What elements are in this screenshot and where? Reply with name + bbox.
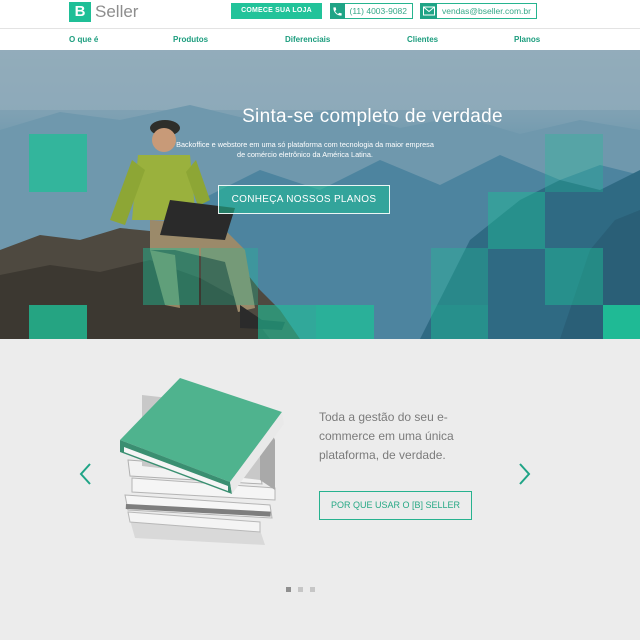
- logo-text: Seller: [95, 2, 139, 21]
- logo[interactable]: B Seller: [69, 2, 138, 22]
- hero-banner: Sinta-se completo de verdade Backoffice …: [0, 50, 640, 339]
- phone-icon: [330, 3, 345, 19]
- phone-number: (11) 4003-9082: [344, 3, 413, 19]
- decorative-tile: [431, 305, 488, 339]
- hero-title: Sinta-se completo de verdade: [242, 106, 503, 127]
- email-contact[interactable]: vendas@bseller.com.br: [420, 3, 537, 19]
- main-nav: O que é Produtos Diferenciais Clientes P…: [0, 28, 640, 51]
- logo-mark: B: [69, 2, 91, 22]
- see-plans-button[interactable]: CONHEÇA NOSSOS PLANOS: [218, 185, 390, 214]
- feature-text: Toda a gestão do seu e-commerce em uma ú…: [319, 410, 454, 462]
- envelope-icon: [420, 3, 437, 19]
- carousel-dot-3[interactable]: [310, 587, 315, 592]
- decorative-tile: [29, 134, 87, 192]
- site-header: B Seller COMECE SUA LOJA (11) 4003-9082 …: [0, 0, 640, 28]
- decorative-tile: [603, 305, 640, 339]
- chevron-right-icon[interactable]: [518, 462, 532, 491]
- decorative-tile: [258, 305, 316, 339]
- books-illustration: [120, 378, 284, 545]
- nav-item-clientes[interactable]: Clientes: [407, 29, 438, 50]
- nav-item-o-que-e[interactable]: O que é: [69, 29, 98, 50]
- phone-contact[interactable]: (11) 4003-9082: [330, 3, 413, 19]
- decorative-tile: [29, 305, 87, 339]
- decorative-tile: [488, 192, 545, 249]
- decorative-tile: [316, 305, 374, 339]
- start-store-button[interactable]: COMECE SUA LOJA: [231, 3, 322, 19]
- decorative-tile: [431, 248, 488, 305]
- carousel-dot-2[interactable]: [298, 587, 303, 592]
- nav-item-diferenciais[interactable]: Diferenciais: [285, 29, 330, 50]
- carousel-dot-1[interactable]: [286, 587, 291, 592]
- decorative-tile: [545, 134, 603, 192]
- decorative-tile: [143, 248, 199, 305]
- email-address: vendas@bseller.com.br: [437, 3, 537, 19]
- hero-subtitle: Backoffice e webstore em uma só platafor…: [176, 140, 434, 159]
- why-use-bseller-button[interactable]: POR QUE USAR O [B] SELLER: [319, 491, 472, 520]
- decorative-tile: [545, 248, 603, 305]
- feature-carousel: [0, 339, 640, 640]
- carousel-pagination: [286, 587, 315, 592]
- decorative-tile: [201, 248, 258, 305]
- nav-item-produtos[interactable]: Produtos: [173, 29, 208, 50]
- nav-item-planos[interactable]: Planos: [514, 29, 540, 50]
- chevron-left-icon[interactable]: [78, 462, 92, 491]
